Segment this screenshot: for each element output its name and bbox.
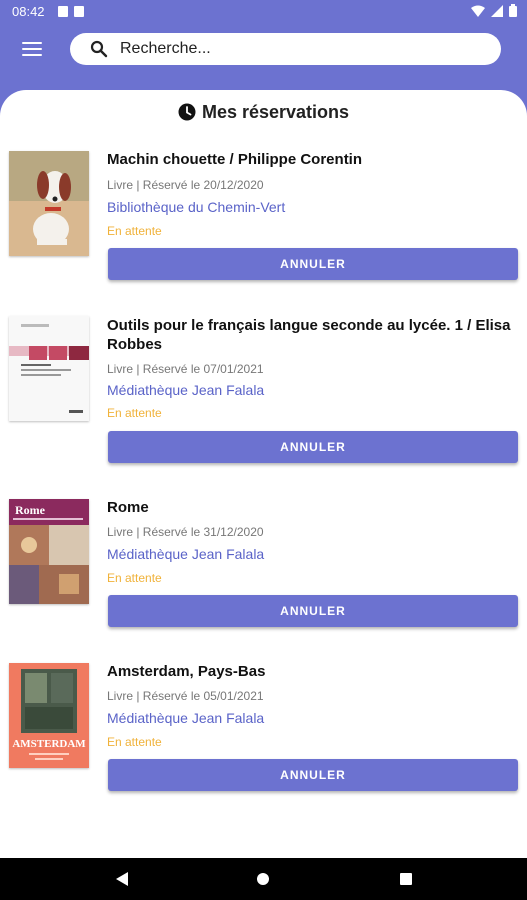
status-badge: En attente bbox=[107, 224, 162, 238]
cover-title-text: AMSTERDAM bbox=[12, 738, 86, 750]
book-cover-image bbox=[9, 316, 89, 421]
wifi-icon bbox=[471, 5, 485, 17]
reservations-sheet: Mes réservations Machin chouette / Phili… bbox=[0, 90, 527, 858]
sd-card-icon bbox=[74, 6, 84, 17]
search-bar[interactable] bbox=[70, 33, 501, 65]
search-input[interactable] bbox=[120, 39, 480, 59]
home-icon[interactable] bbox=[257, 873, 269, 885]
status-bar: 08:42 bbox=[0, 0, 527, 24]
signal-icon bbox=[491, 4, 503, 17]
book-cover-image bbox=[9, 151, 89, 256]
status-indicators bbox=[471, 4, 517, 17]
reservation-library[interactable]: Médiathèque Jean Falala bbox=[107, 546, 264, 562]
battery-icon bbox=[509, 4, 517, 17]
system-nav-bar bbox=[0, 858, 527, 900]
status-badge: En attente bbox=[107, 571, 162, 585]
reservation-meta: Livre | Réservé le 07/01/2021 bbox=[107, 362, 264, 376]
reservation-meta: Livre | Réservé le 05/01/2021 bbox=[107, 689, 264, 703]
cancel-button[interactable]: ANNULER bbox=[108, 759, 518, 791]
reservation-meta: Livre | Réservé le 31/12/2020 bbox=[107, 525, 264, 539]
clock-icon bbox=[178, 103, 196, 121]
reservation-title[interactable]: Rome bbox=[107, 498, 517, 517]
page-title: Mes réservations bbox=[201, 102, 350, 122]
reservation-meta: Livre | Réservé le 20/12/2020 bbox=[107, 178, 264, 192]
app-bar bbox=[0, 24, 527, 84]
reservation-library[interactable]: Bibliothèque du Chemin-Vert bbox=[107, 199, 285, 215]
cancel-button[interactable]: ANNULER bbox=[108, 595, 518, 627]
reservation-library[interactable]: Médiathèque Jean Falala bbox=[107, 710, 264, 726]
cancel-button[interactable]: ANNULER bbox=[108, 248, 518, 280]
book-cover-image: AMSTERDAM bbox=[9, 663, 89, 768]
status-badge: En attente bbox=[107, 735, 162, 749]
back-icon[interactable] bbox=[116, 872, 128, 886]
reservation-library[interactable]: Médiathèque Jean Falala bbox=[107, 382, 264, 398]
cover-title-text: Rome bbox=[15, 503, 46, 517]
reservation-title[interactable]: Outils pour le français langue seconde a… bbox=[107, 316, 517, 354]
status-badge: En attente bbox=[107, 406, 162, 420]
reservation-title[interactable]: Machin chouette / Philippe Corentin bbox=[107, 150, 517, 169]
cancel-button[interactable]: ANNULER bbox=[108, 431, 518, 463]
search-icon bbox=[90, 40, 108, 58]
status-time: 08:42 bbox=[12, 4, 45, 19]
page-header: Mes réservations bbox=[0, 102, 527, 123]
reservation-title[interactable]: Amsterdam, Pays-Bas bbox=[107, 662, 517, 681]
menu-icon[interactable] bbox=[22, 42, 42, 58]
recents-icon[interactable] bbox=[400, 873, 412, 885]
book-cover-image: Rome bbox=[9, 499, 89, 604]
notification-icon bbox=[58, 6, 68, 17]
